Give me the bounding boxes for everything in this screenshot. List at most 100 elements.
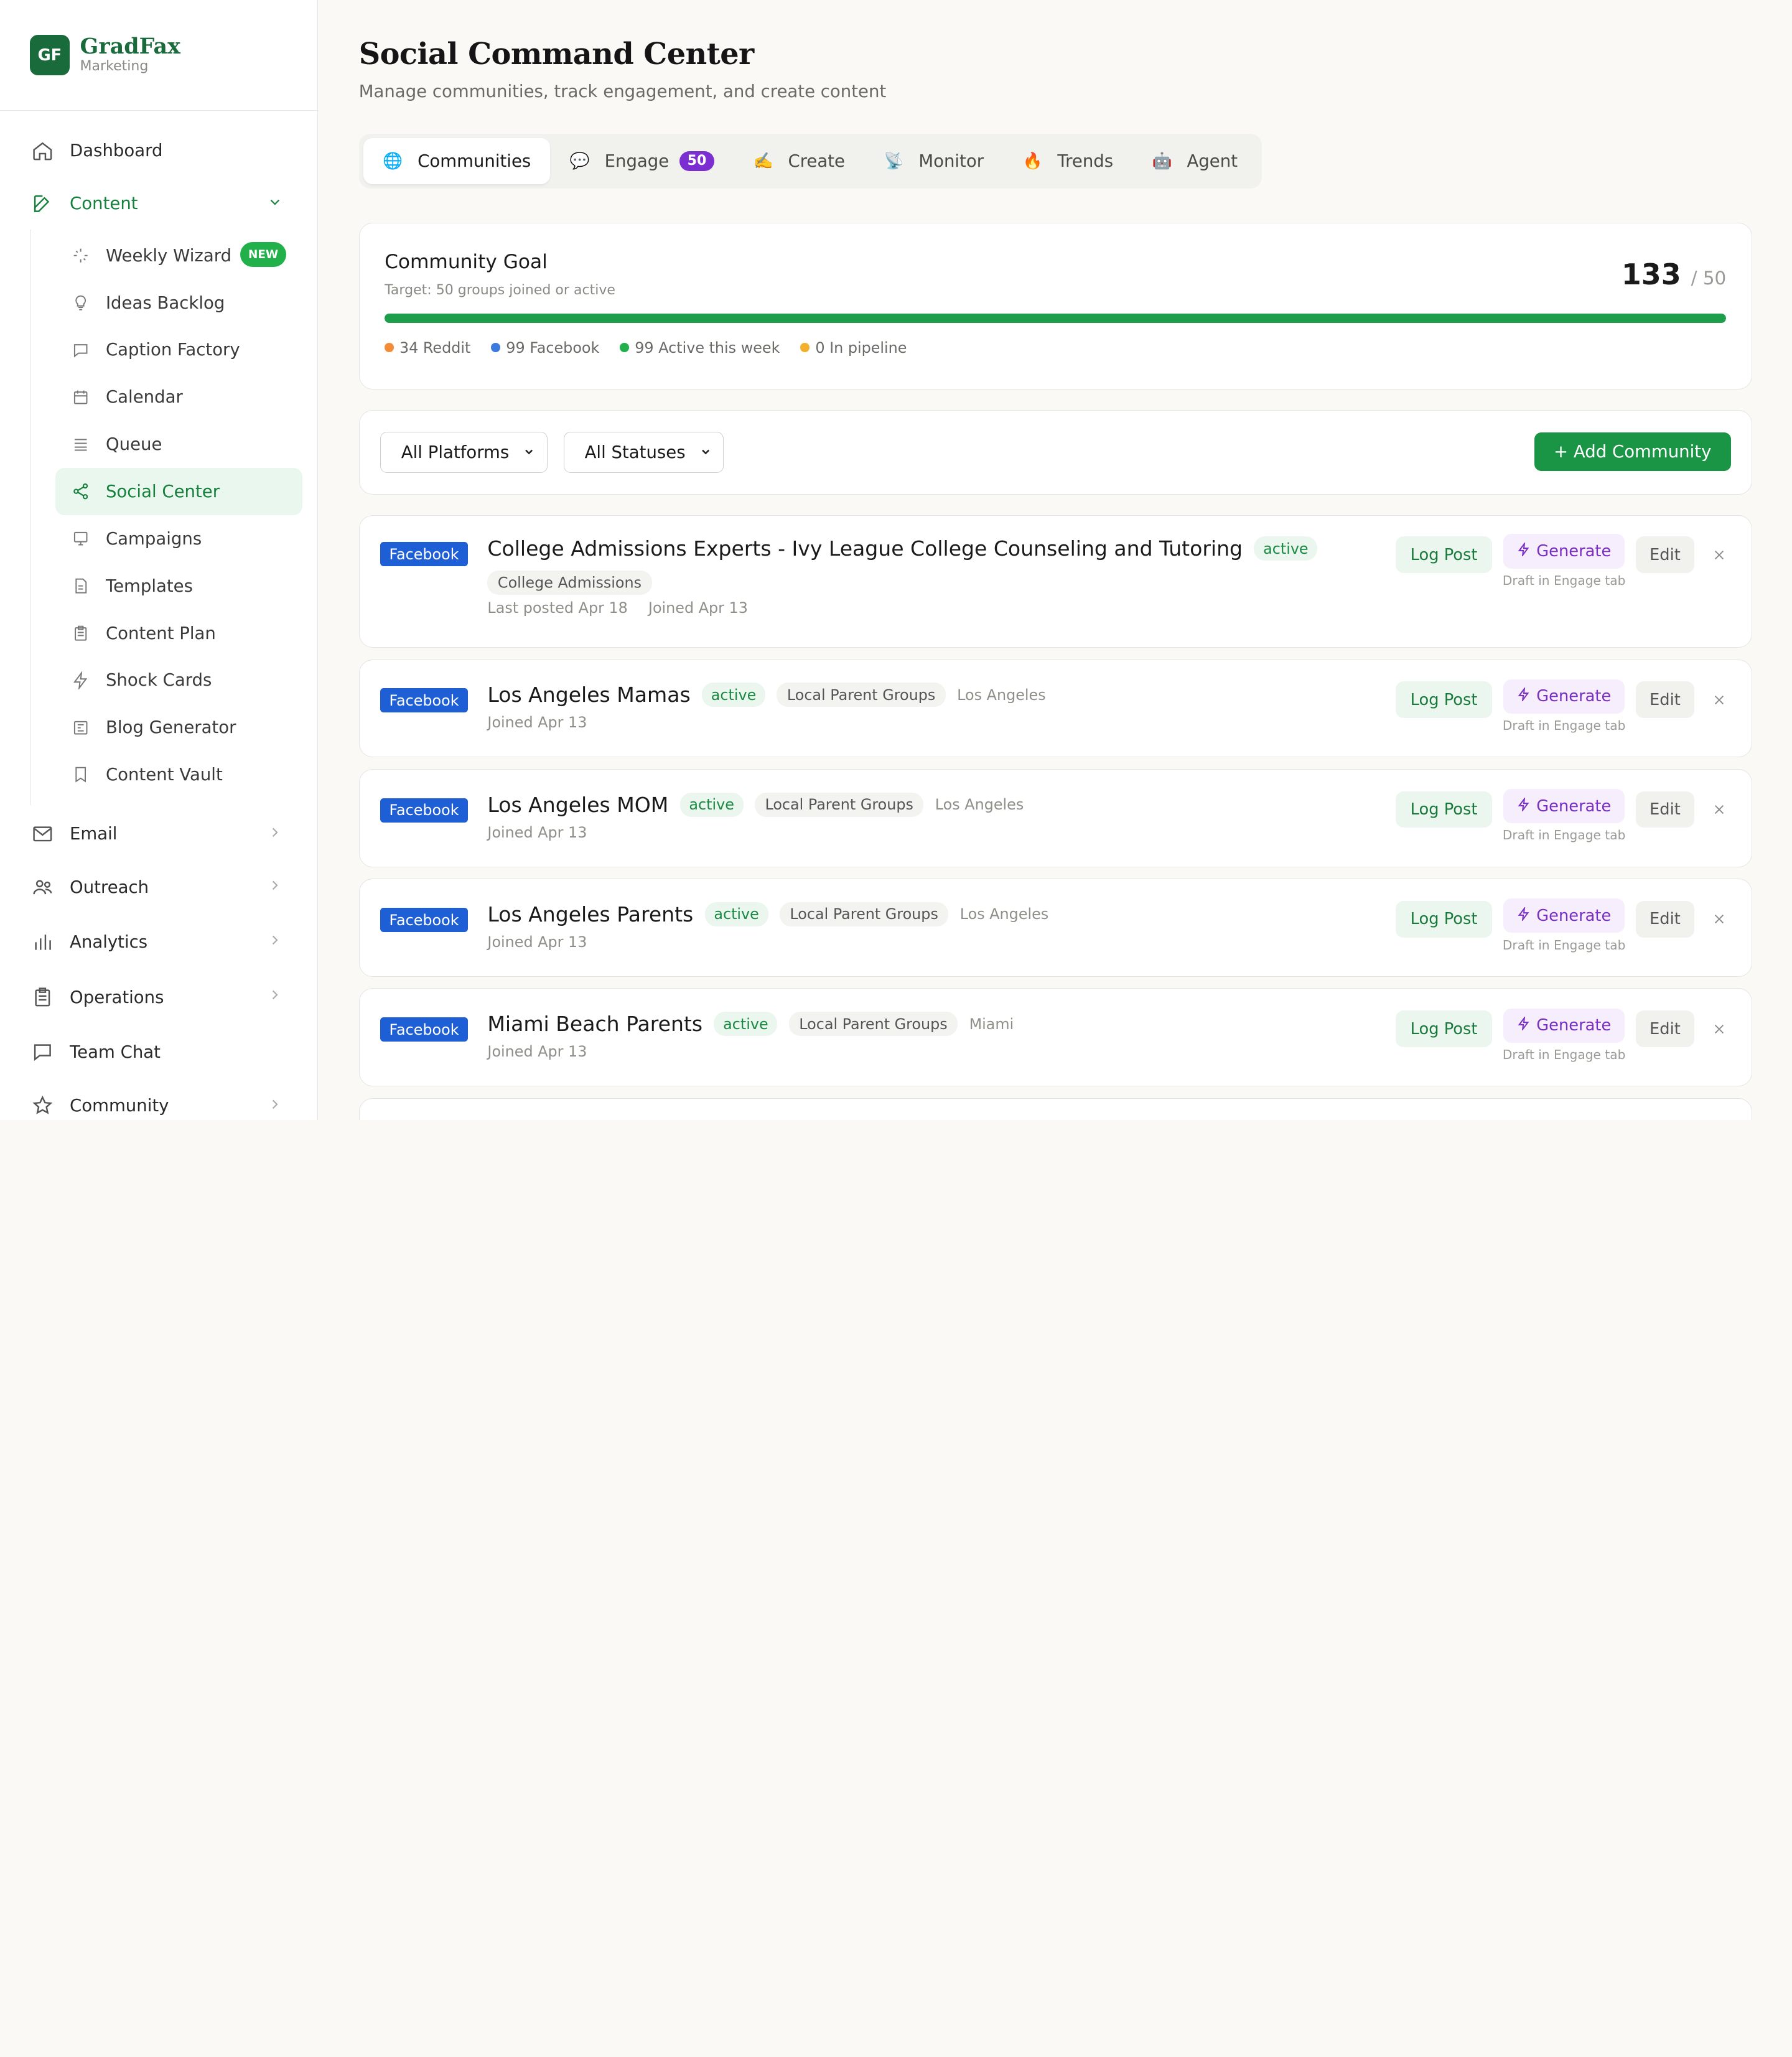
community-row: Facebook Miami Beach Parents active Loca… [358, 988, 1752, 1087]
tab-agent[interactable]: 🤖 Agent [1132, 138, 1257, 184]
tab-engage[interactable]: 💬 Engage 50 [550, 138, 734, 184]
tab-monitor[interactable]: 📡 Monitor [864, 138, 1003, 184]
users-icon [30, 875, 55, 900]
log-post-button[interactable]: Log Post [1395, 536, 1493, 573]
sidebar-item-weekly-wizard[interactable]: Weekly Wizard NEW [55, 232, 302, 279]
category-tag: Local Parent Groups [788, 1012, 958, 1037]
community-name[interactable]: Los Angeles MOM [487, 793, 668, 817]
sidebar-item-calendar[interactable]: Calendar [55, 373, 302, 421]
community-row: Facebook College Admissions Experts - Iv… [358, 515, 1752, 648]
generate-label: Generate [1536, 542, 1612, 561]
close-icon[interactable] [1708, 534, 1731, 575]
sidebar-item-label: Shock Cards [105, 670, 212, 691]
sidebar-item-social-center[interactable]: Social Center [55, 468, 302, 515]
legend-dot [385, 343, 394, 353]
tab-label: Trends [1057, 151, 1114, 171]
status-filter-select[interactable]: All Statuses [563, 432, 724, 473]
sidebar-item-campaigns[interactable]: Campaigns [55, 515, 302, 562]
generate-button[interactable]: Generate [1503, 1008, 1625, 1043]
sidebar-item-queue[interactable]: Queue [55, 421, 302, 468]
edit-button[interactable]: Edit [1636, 681, 1694, 719]
platform-badge: Facebook [380, 542, 469, 567]
sidebar-item-dashboard[interactable]: Dashboard [0, 124, 317, 177]
sidebar-item-label: Social Center [105, 481, 220, 501]
sidebar-item-operations[interactable]: Operations [0, 969, 317, 1024]
community-name[interactable]: College Admissions Experts - Ivy League … [487, 536, 1243, 561]
sidebar-item-ideas-backlog[interactable]: Ideas Backlog [55, 279, 302, 327]
platform-filter-select[interactable]: All Platforms [380, 432, 548, 473]
sidebar-item-content-plan[interactable]: Content Plan [55, 610, 302, 657]
legend-label: 34 Reddit [399, 338, 471, 357]
sidebar-item-content-vault[interactable]: Content Vault [55, 751, 302, 798]
generate-note: Draft in Engage tab [1502, 572, 1626, 588]
legend-item-reddit: 34 Reddit [385, 339, 470, 357]
tab-communities[interactable]: 🌐 Communities [363, 138, 551, 184]
tab-trends[interactable]: 🔥 Trends [1003, 138, 1132, 184]
generate-button[interactable]: Generate [1503, 534, 1625, 569]
community-row: Facebook Los Angeles MOM active Local Pa… [358, 768, 1752, 867]
sidebar-item-shock-cards[interactable]: Shock Cards [55, 656, 302, 704]
edit-button[interactable]: Edit [1636, 901, 1694, 938]
legend-label: 99 Facebook [506, 338, 600, 357]
goal-current: 133 [1621, 258, 1681, 292]
presentation-icon [72, 529, 90, 548]
sidebar-item-label: Outreach [70, 877, 149, 898]
brand[interactable]: GF GradFax Marketing [0, 0, 317, 111]
sidebar-item-label: Team Chat [70, 1042, 161, 1062]
log-post-button[interactable]: Log Post [1395, 901, 1493, 938]
brand-logo: GF [29, 35, 70, 75]
page-title: Social Command Center [358, 36, 755, 72]
goal-count: 133 / 50 [1622, 258, 1726, 291]
lightning-icon [1517, 541, 1531, 561]
tab-create[interactable]: ✍️ Create [734, 138, 864, 184]
list-icon [72, 435, 90, 453]
calendar-icon [72, 388, 90, 406]
sidebar-item-caption-factory[interactable]: Caption Factory [55, 327, 302, 374]
sidebar-item-blog-generator[interactable]: Blog Generator [55, 704, 302, 751]
edit-button[interactable]: Edit [1636, 1010, 1694, 1048]
sidebar-item-label: Content [70, 193, 138, 213]
sidebar-item-email[interactable]: Email [0, 808, 317, 860]
sidebar-item-analytics[interactable]: Analytics [0, 915, 317, 969]
location-label: Miami [969, 1015, 1014, 1033]
add-community-button[interactable]: + Add Community [1534, 432, 1731, 472]
log-post-button[interactable]: Log Post [1395, 681, 1493, 719]
close-icon[interactable] [1708, 679, 1731, 721]
generate-button[interactable]: Generate [1503, 789, 1625, 824]
sidebar-item-outreach[interactable]: Outreach [0, 860, 317, 915]
sidebar-item-label: Community [70, 1095, 169, 1116]
legend-dot [620, 343, 630, 353]
sidebar-item-label: Blog Generator [105, 717, 236, 738]
platform-badge: Facebook [380, 798, 469, 823]
tab-label: Communities [418, 151, 531, 171]
community-name[interactable]: Miami Beach Parents [487, 1012, 702, 1036]
sidebar-item-label: Campaigns [105, 528, 202, 549]
sidebar-item-templates[interactable]: Templates [55, 562, 302, 610]
sidebar-item-label: Dashboard [70, 141, 163, 161]
goal-progress-fill [385, 314, 1727, 324]
community-name[interactable]: Los Angeles Parents [487, 902, 693, 926]
close-icon[interactable] [1708, 1009, 1731, 1050]
generate-label: Generate [1536, 687, 1612, 706]
mail-icon [30, 821, 55, 846]
sidebar-item-team-chat[interactable]: Team Chat [0, 1025, 317, 1080]
generate-note: Draft in Engage tab [1502, 828, 1626, 843]
community-name[interactable]: Los Angeles Mamas [487, 683, 690, 707]
edit-button[interactable]: Edit [1636, 536, 1694, 573]
generate-button[interactable]: Generate [1503, 679, 1625, 714]
tab-bar: 🌐 Communities 💬 Engage 50 ✍️ Create 📡 Mo… [358, 133, 1262, 189]
close-icon[interactable] [1708, 789, 1731, 830]
app: GF GradFax Marketing Dashboard Content W… [0, 0, 1792, 1120]
sidebar-item-label: Content Vault [105, 765, 223, 785]
chevron-down-icon [699, 442, 712, 462]
log-post-button[interactable]: Log Post [1395, 791, 1493, 828]
legend-item-facebook: 99 Facebook [491, 339, 599, 357]
close-icon[interactable] [1708, 898, 1731, 940]
sidebar-item-community[interactable]: Community [0, 1080, 317, 1120]
generate-button[interactable]: Generate [1503, 898, 1625, 933]
select-value: All Statuses [584, 442, 686, 463]
log-post-button[interactable]: Log Post [1395, 1010, 1493, 1048]
sidebar-item-content[interactable]: Content [0, 177, 317, 230]
edit-button[interactable]: Edit [1636, 791, 1694, 828]
clipboard-icon [72, 624, 90, 642]
